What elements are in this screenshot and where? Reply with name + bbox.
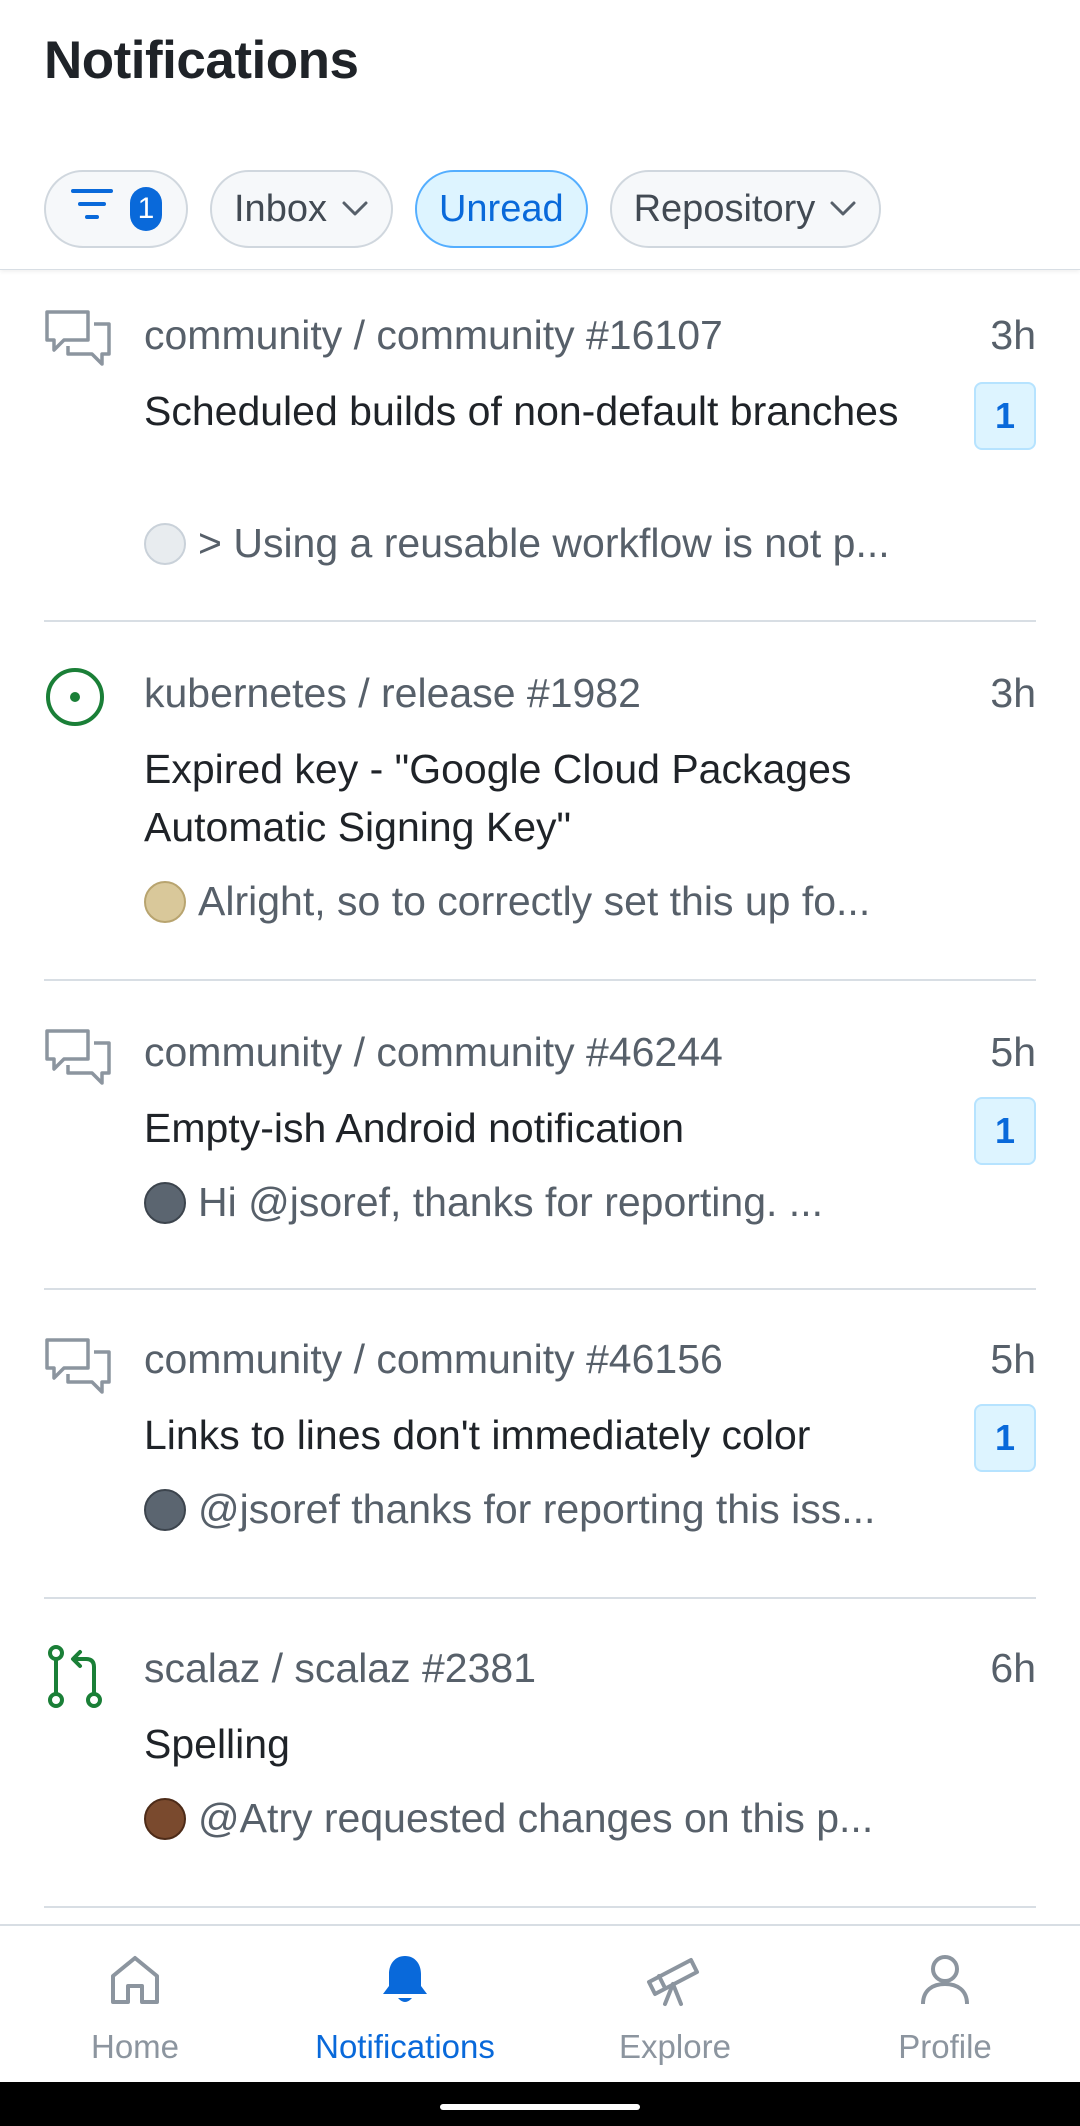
notification-time: 3h xyxy=(990,312,1036,358)
nav-profile-label: Profile xyxy=(898,2028,992,2065)
notification-title: Spelling xyxy=(144,1721,290,1767)
notification-repo: kubernetes / release #1982 xyxy=(144,670,641,716)
header: Notifications 1 Inbox Unread Repository xyxy=(0,0,1080,270)
discussion-icon xyxy=(44,1027,112,1095)
nav-profile[interactable]: Profile xyxy=(810,1926,1080,2082)
home-indicator[interactable] xyxy=(440,2104,640,2110)
notification-title: Scheduled builds of non-default branches xyxy=(144,388,899,434)
notification-preview: @Atry requested changes on this p... xyxy=(144,1795,873,1842)
notification-time: 5h xyxy=(990,1336,1036,1382)
pull-request-icon xyxy=(44,1645,112,1713)
bottom-navigation: Home Notifications Explore Profile xyxy=(0,1924,1080,2082)
nav-notifications[interactable]: Notifications xyxy=(270,1926,540,2082)
notification-preview: Alright, so to correctly set this up fo.… xyxy=(144,878,870,925)
repository-dropdown[interactable]: Repository xyxy=(609,170,882,248)
bell-icon xyxy=(377,1952,433,2028)
notification-repo: community / community #16107 xyxy=(144,312,723,358)
filter-bar: 1 Inbox Unread Repository xyxy=(44,170,882,248)
notification-title: Links to lines don't immediately color xyxy=(144,1412,811,1458)
avatar xyxy=(144,1181,186,1224)
filter-button[interactable]: 1 xyxy=(44,170,188,248)
avatar xyxy=(144,1797,186,1840)
chevron-down-icon xyxy=(829,200,857,218)
nav-home-label: Home xyxy=(90,2028,180,2065)
home-icon xyxy=(107,1952,163,2028)
filter-count-badge: 1 xyxy=(130,187,162,231)
notification-preview: @jsoref thanks for reporting this iss... xyxy=(144,1486,875,1533)
notification-time: 5h xyxy=(990,1029,1036,1075)
preview-text: Hi @jsoref, thanks for reporting. ... xyxy=(198,1179,823,1225)
unread-count-badge: 1 xyxy=(974,1097,1036,1165)
avatar xyxy=(144,1488,186,1531)
notification-repo: community / community #46156 xyxy=(144,1336,723,1382)
notification-item[interactable]: community / community #16107 3h Schedule… xyxy=(44,270,1036,622)
notification-item[interactable]: community / community #46156 5h Links to… xyxy=(44,1290,1036,1599)
person-icon xyxy=(917,1952,973,2028)
notification-preview: > Using a reusable workflow is not p... xyxy=(144,520,890,567)
notification-title: Expired key - "Google Cloud Packages Aut… xyxy=(144,746,852,850)
filter-icon xyxy=(70,186,114,232)
discussion-icon xyxy=(44,308,112,376)
preview-text: @Atry requested changes on this p... xyxy=(198,1795,874,1841)
issue-open-icon xyxy=(44,666,112,734)
notification-item[interactable]: kubernetes / release #1982 3h Expired ke… xyxy=(44,622,1036,981)
unread-count-badge: 1 xyxy=(974,382,1036,450)
unread-count-badge: 1 xyxy=(974,1404,1036,1472)
avatar xyxy=(144,880,186,923)
discussion-icon xyxy=(44,1336,112,1404)
notification-time: 6h xyxy=(990,1645,1036,1691)
notification-time: 3h xyxy=(990,670,1036,716)
notification-repo: scalaz / scalaz #2381 xyxy=(144,1645,537,1691)
unread-toggle[interactable]: Unread xyxy=(414,170,588,248)
notification-title: Empty-ish Android notification xyxy=(144,1105,685,1151)
repository-label: Repository xyxy=(633,187,816,230)
notification-repo: community / community #46244 xyxy=(144,1029,723,1075)
telescope-icon xyxy=(643,1952,707,2028)
preview-text: > Using a reusable workflow is not p... xyxy=(198,520,890,566)
inbox-dropdown[interactable]: Inbox xyxy=(210,170,393,248)
preview-text: @jsoref thanks for reporting this iss... xyxy=(198,1486,876,1532)
unread-label: Unread xyxy=(438,187,564,230)
notification-item[interactable]: scalaz / scalaz #2381 6h Spelling @Atry … xyxy=(44,1599,1036,1908)
notification-preview: Hi @jsoref, thanks for reporting. ... xyxy=(144,1179,823,1226)
chevron-down-icon xyxy=(341,200,369,218)
inbox-label: Inbox xyxy=(234,187,327,230)
preview-text: Alright, so to correctly set this up fo.… xyxy=(198,878,871,924)
page-title: Notifications xyxy=(44,31,359,90)
notification-item[interactable]: community / community #46244 5h Empty-is… xyxy=(44,981,1036,1290)
nav-home[interactable]: Home xyxy=(0,1926,270,2082)
nav-explore[interactable]: Explore xyxy=(540,1926,810,2082)
nav-explore-label: Explore xyxy=(619,2028,731,2065)
nav-notifications-label: Notifications xyxy=(315,2028,495,2065)
avatar xyxy=(144,522,186,565)
